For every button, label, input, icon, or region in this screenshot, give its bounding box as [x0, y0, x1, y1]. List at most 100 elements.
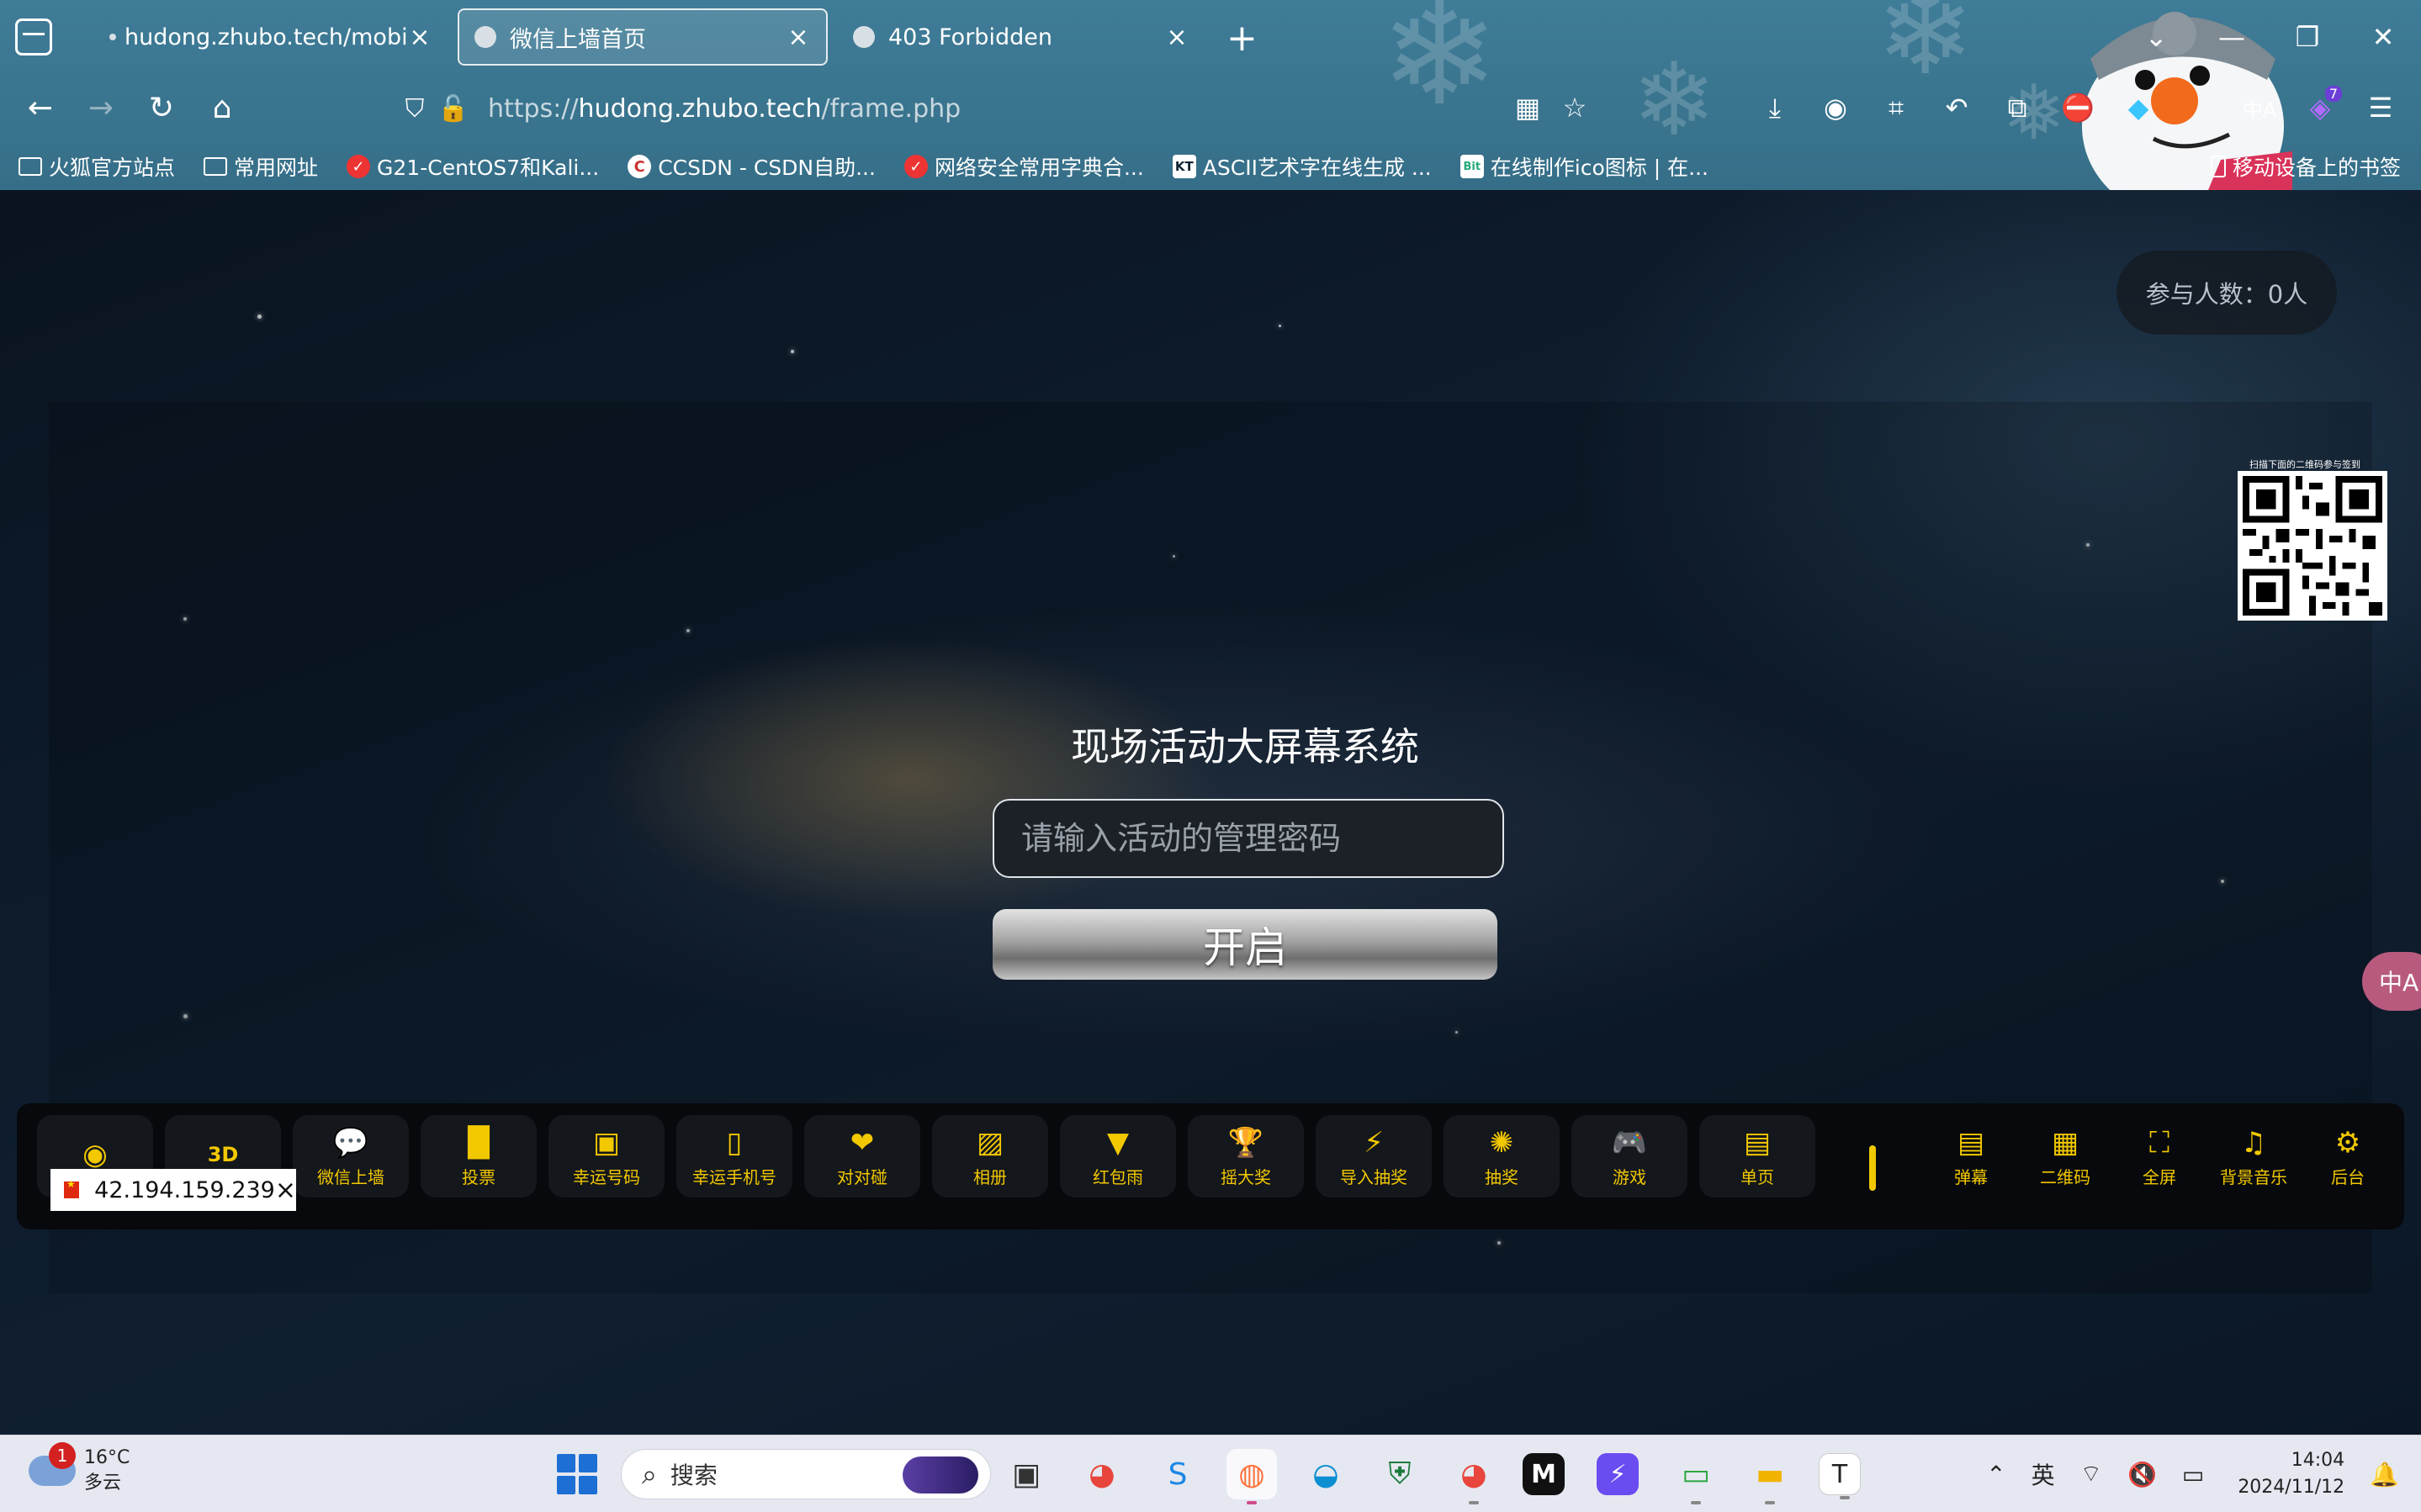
download-icon[interactable]: ⤓: [1753, 86, 1797, 130]
bookmark-item[interactable]: ✓ 网络安全常用字典合...: [903, 151, 1144, 182]
extensions-icon[interactable]: ⧉: [1995, 86, 2039, 130]
toolbar-item-music[interactable]: ♫ 背景音乐: [2207, 1115, 2300, 1197]
bookmark-item[interactable]: KT ASCII艺术字在线生成 ...: [1172, 151, 1432, 182]
clock[interactable]: 14:04 2024/11/12: [2238, 1447, 2344, 1501]
list-all-tabs-icon[interactable]: ⌄: [2118, 0, 2194, 74]
pin-icon: ◉: [82, 1138, 108, 1171]
undo-icon[interactable]: ↶: [1935, 86, 1979, 130]
toolbar-item-vote[interactable]: ▐▌ 投票: [421, 1115, 537, 1197]
toolbar-item-single-page[interactable]: ▤ 单页: [1699, 1115, 1815, 1197]
screenshot-crop-icon[interactable]: ⌗: [1874, 86, 1918, 130]
chrome-profile-icon[interactable]: ◕: [1449, 1449, 1499, 1504]
account-icon[interactable]: ◉: [1814, 86, 1857, 130]
qrcode-icon[interactable]: ▦: [1506, 86, 1550, 130]
toolbar-item-game[interactable]: 🎮 游戏: [1571, 1115, 1687, 1197]
toolbar-item-lucky-number[interactable]: ▣ 幸运号码: [548, 1115, 665, 1197]
china-flag-icon: [64, 1178, 80, 1198]
bookmark-item[interactable]: 常用网址: [204, 151, 318, 182]
url-bar[interactable]: ⛉ 🔓 https://hudong.zhubo.tech/frame.php: [395, 86, 1624, 131]
mobile-bookmarks[interactable]: 移动设备上的书签: [2210, 143, 2401, 190]
toolbar-item-admin[interactable]: ⚙ 后台: [2302, 1115, 2394, 1197]
bookmark-item[interactable]: ✓ G21-CentOS7和Kali...: [347, 151, 599, 182]
qrcode-icon: ▦: [2051, 1125, 2079, 1160]
toolbar-item-import-lottery[interactable]: ⚡ 导入抽奖: [1316, 1115, 1432, 1197]
toolbar-label: 幸运号码: [573, 1166, 640, 1187]
toolbar-item-red-packet[interactable]: ▼ 红包雨: [1060, 1115, 1176, 1197]
toolbar-item-danmaku[interactable]: ▤ 弹幕: [1925, 1115, 2017, 1197]
stack-extension-icon[interactable]: ◈ 7: [2298, 86, 2342, 130]
weather-widget[interactable]: 1 16°C 多云: [29, 1442, 130, 1496]
close-tab-icon[interactable]: ×: [786, 23, 811, 52]
start-button[interactable]: 开启: [993, 909, 1497, 980]
tab-403-forbidden[interactable]: 403 Forbidden ×: [838, 8, 1205, 66]
bookmark-item[interactable]: C CCSDN - CSDN自助...: [628, 151, 876, 182]
security-app-icon[interactable]: ⛨: [1375, 1449, 1425, 1499]
volume-muted-icon[interactable]: 🔇: [2127, 1461, 2157, 1488]
bookmark-item[interactable]: Bit 在线制作ico图标 | 在...: [1459, 151, 1708, 182]
toolbar-item-lottery[interactable]: ✺ 抽奖: [1444, 1115, 1560, 1197]
toolbar-item-wechat-wall[interactable]: 💬 微信上墙: [293, 1115, 409, 1197]
toolbar-item-lucky-phone[interactable]: ▯ 幸运手机号: [676, 1115, 792, 1197]
battery-icon[interactable]: ▭: [2182, 1461, 2204, 1488]
toolbar-label: 单页: [1740, 1166, 1774, 1187]
adblock-extension-icon[interactable]: ⛔: [2056, 86, 2100, 130]
close-window-icon[interactable]: ✕: [2345, 0, 2421, 74]
bookmarks-bar: 火狐官方站点 常用网址 ✓ G21-CentOS7和Kali... C CCSDN …: [0, 143, 2421, 190]
browser-chrome: ❄ ❄ ❄ ❅ hudong.zhubo.tech/mobile/i × 微信上…: [0, 0, 2421, 190]
system-tray: ⌃ 英 ⌔ 🔇 ▭ 14:04 2024/11/12 🔔: [1961, 1444, 2399, 1504]
restore-icon[interactable]: ❐: [2270, 0, 2345, 74]
typora-icon[interactable]: T: [1819, 1453, 1861, 1499]
toolbar-item-shake-prize[interactable]: 🏆 摇大奖: [1188, 1115, 1304, 1197]
edge-icon[interactable]: ◒: [1301, 1449, 1351, 1499]
close-tab-icon[interactable]: ×: [1164, 23, 1189, 52]
toolbar-item-album[interactable]: ▨ 相册: [932, 1115, 1048, 1197]
toolbar-item-match[interactable]: ❤ 对对碰: [804, 1115, 920, 1197]
new-tab-button[interactable]: +: [1226, 17, 1258, 60]
firefox-icon[interactable]: ◍: [1226, 1449, 1277, 1504]
task-view-icon[interactable]: ▣: [1001, 1449, 1052, 1499]
tracking-shield-icon[interactable]: ⛉: [395, 94, 434, 124]
reload-icon[interactable]: ↻: [140, 86, 183, 130]
chrome-icon[interactable]: ◕: [1077, 1449, 1127, 1499]
bookmark-item[interactable]: 火狐官方站点: [19, 151, 175, 182]
tab-wechat-wall[interactable]: 微信上墙首页 ×: [458, 8, 828, 66]
navigation-bar: ← → ↻ ⌂ ⛉ 🔓 https://hudong.zhubo.tech/fr…: [0, 74, 2421, 143]
toolbar-label: 导入抽奖: [1340, 1166, 1407, 1187]
close-tab-icon[interactable]: ×: [407, 23, 432, 52]
sogou-icon[interactable]: S: [1152, 1449, 1203, 1499]
chevron-up-icon[interactable]: ⌃: [1986, 1461, 2005, 1488]
back-icon[interactable]: ←: [19, 86, 62, 130]
gamepad-icon: 🎮: [1611, 1125, 1648, 1160]
close-icon[interactable]: ×: [275, 1176, 296, 1205]
url-text[interactable]: https://hudong.zhubo.tech/frame.php: [488, 94, 961, 124]
cube-extension-icon[interactable]: ◆: [2116, 86, 2160, 130]
red-shield-icon: ✓: [903, 155, 928, 178]
photo-icon: ▨: [976, 1125, 1004, 1160]
ime-indicator[interactable]: 英: [2032, 1457, 2055, 1491]
toolbar-label: 游戏: [1613, 1166, 1646, 1187]
bookmark-label: 常用网址: [234, 156, 319, 180]
windows-start-icon[interactable]: [557, 1454, 597, 1494]
notification-bell-icon[interactable]: 🔔: [2370, 1461, 2399, 1488]
tab-list-button[interactable]: [15, 19, 52, 56]
remote-desktop-icon[interactable]: ▭: [1671, 1449, 1721, 1504]
3d-icon: 3D: [207, 1143, 239, 1166]
toolbar-item-qrcode[interactable]: ▦ 二维码: [2019, 1115, 2111, 1197]
admin-password-input[interactable]: [993, 799, 1504, 878]
menu-icon[interactable]: ☰: [2359, 86, 2402, 130]
translate-extension-icon[interactable]: 中A: [2238, 86, 2281, 130]
forward-icon[interactable]: →: [79, 86, 123, 130]
danmaku-icon: ▤: [1957, 1125, 1985, 1160]
taskbar-search[interactable]: ⌕ 搜索: [621, 1449, 991, 1499]
m-app-icon[interactable]: M: [1523, 1453, 1565, 1495]
toolbar-item-fullscreen[interactable]: ⛶ 全屏: [2113, 1115, 2206, 1197]
file-explorer-icon[interactable]: ▬: [1745, 1449, 1795, 1504]
lock-warning-icon[interactable]: 🔓: [434, 94, 473, 124]
tab-hudong-mobile[interactable]: hudong.zhubo.tech/mobile/i ×: [94, 8, 448, 66]
minimize-icon[interactable]: —: [2194, 0, 2270, 74]
bolt-app-icon[interactable]: ⚡: [1597, 1453, 1639, 1495]
home-icon[interactable]: ⌂: [200, 86, 244, 130]
wifi-icon[interactable]: ⌔: [2080, 1460, 2102, 1489]
bookmark-star-icon[interactable]: ☆: [1553, 86, 1597, 130]
translate-float-button[interactable]: 中A: [2362, 952, 2421, 1011]
